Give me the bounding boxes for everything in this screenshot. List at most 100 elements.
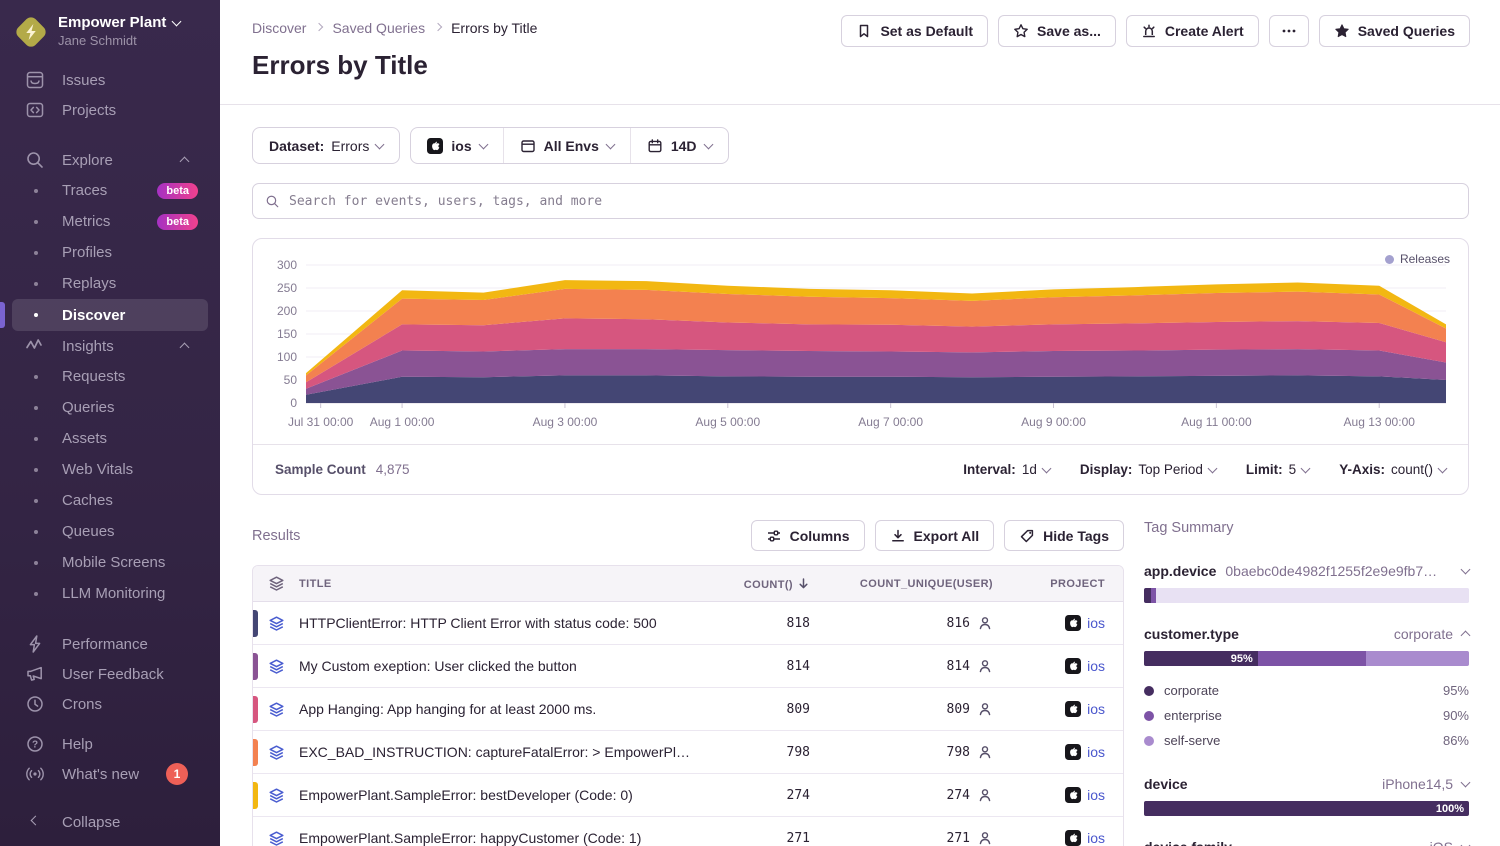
search-input[interactable] [289, 194, 1456, 209]
svg-text:Aug 9 00:00: Aug 9 00:00 [1021, 415, 1086, 429]
layers-icon[interactable] [268, 787, 285, 804]
tag-legend-item[interactable]: self-serve 86% [1144, 728, 1469, 753]
date-range-filter[interactable]: 14D [630, 128, 728, 163]
tag-legend-item[interactable]: corporate 95% [1144, 678, 1469, 703]
sidebar-item-user-feedback[interactable]: User Feedback [0, 659, 220, 689]
sidebar-item-help[interactable]: Help [0, 729, 220, 759]
chart-legend[interactable]: Releases [1385, 252, 1450, 266]
org-switcher[interactable]: Empower Plant Jane Schmidt [0, 0, 220, 49]
tag-distribution-bar[interactable]: 100% [1144, 801, 1469, 816]
sidebar-item-queries[interactable]: Queries [12, 392, 208, 423]
sidebar-item-discover[interactable]: Discover [12, 299, 208, 331]
sidebar-section-insights[interactable]: Insights [0, 331, 220, 361]
tag-section-device-family: device.family iOS 100% [1144, 839, 1469, 846]
table-row[interactable]: App Hanging: App hanging for at least 20… [253, 688, 1123, 731]
tag-legend-item[interactable]: enterprise 90% [1144, 703, 1469, 728]
dataset-selector[interactable]: Dataset: Errors [252, 127, 400, 164]
tag-toggle[interactable]: customer.type corporate [1144, 626, 1469, 642]
column-header-count[interactable]: COUNT() [710, 577, 820, 591]
sidebar-item-projects[interactable]: Projects [0, 95, 220, 125]
bullet-icon [34, 189, 38, 193]
set-as-default-button[interactable]: Set as Default [841, 15, 988, 47]
chevron-down-icon [1438, 463, 1448, 473]
tag-distribution-bar[interactable]: 95% [1144, 651, 1469, 666]
y-axis-selector[interactable]: Y-Axis: count() [1339, 462, 1446, 477]
tag-section-device: device iPhone14,5 100% [1144, 776, 1469, 816]
apple-icon [1065, 787, 1081, 803]
sidebar-item-assets[interactable]: Assets [12, 423, 208, 454]
tag-icon [1019, 528, 1035, 544]
sidebar-item-web-vitals[interactable]: Web Vitals [12, 454, 208, 485]
sidebar-collapse-button[interactable]: Collapse [0, 807, 220, 837]
sidebar-item-replays[interactable]: Replays [12, 268, 208, 299]
display-selector[interactable]: Display: Top Period [1080, 462, 1216, 477]
tag-toggle[interactable]: device iPhone14,5 [1144, 776, 1469, 792]
sidebar-item-issues[interactable]: Issues [0, 65, 220, 95]
project-link[interactable]: ios [1087, 787, 1105, 803]
columns-button[interactable]: Columns [751, 520, 865, 551]
tag-distribution-bar[interactable] [1144, 588, 1469, 603]
limit-selector[interactable]: Limit: 5 [1246, 462, 1309, 477]
sidebar-item-requests[interactable]: Requests [12, 361, 208, 392]
stacked-area-chart[interactable]: 050100150200250300Jul 31 00:00Aug 1 00:0… [253, 239, 1468, 439]
table-row[interactable]: EmpowerPlant.SampleError: happyCustomer … [253, 817, 1123, 846]
bullet-icon [34, 220, 38, 224]
layers-icon[interactable] [268, 615, 285, 632]
project-link[interactable]: ios [1087, 830, 1105, 846]
sidebar-item-llm-monitoring[interactable]: LLM Monitoring [12, 578, 208, 609]
tag-toggle[interactable]: device.family iOS [1144, 839, 1469, 846]
sidebar-item-metrics[interactable]: Metrics beta [12, 206, 208, 237]
error-title[interactable]: EmpowerPlant.SampleError: happyCustomer … [299, 830, 710, 846]
create-alert-button[interactable]: Create Alert [1126, 15, 1259, 47]
person-icon [977, 830, 993, 846]
column-header-project[interactable]: PROJECT [1005, 578, 1123, 590]
svg-text:Jul 31 00:00: Jul 31 00:00 [288, 415, 354, 429]
bullet-icon [34, 406, 38, 410]
table-row[interactable]: EmpowerPlant.SampleError: bestDeveloper … [253, 774, 1123, 817]
environment-filter[interactable]: All Envs [503, 128, 630, 163]
tag-toggle[interactable]: app.device 0baebc0de4982f1255f2e9e9fb7… [1144, 563, 1469, 579]
chevron-right-icon [315, 22, 323, 30]
sidebar-item-caches[interactable]: Caches [12, 485, 208, 516]
column-header-count-unique[interactable]: COUNT_UNIQUE(USER) [820, 578, 1005, 590]
sidebar-item-crons[interactable]: Crons [0, 689, 220, 719]
hide-tags-button[interactable]: Hide Tags [1004, 520, 1124, 551]
table-row[interactable]: My Custom exeption: User clicked the but… [253, 645, 1123, 688]
sidebar-item-label: What's new [62, 766, 139, 783]
table-row[interactable]: HTTPClientError: HTTP Client Error with … [253, 602, 1123, 645]
layers-icon[interactable] [268, 744, 285, 761]
sidebar-item-whats-new[interactable]: What's new 1 [0, 759, 220, 789]
saved-queries-button[interactable]: Saved Queries [1319, 15, 1470, 47]
sidebar-item-queues[interactable]: Queues [12, 516, 208, 547]
sidebar-item-traces[interactable]: Traces beta [12, 175, 208, 206]
sidebar-item-mobile-screens[interactable]: Mobile Screens [12, 547, 208, 578]
export-all-button[interactable]: Export All [875, 520, 995, 551]
layers-icon[interactable] [268, 658, 285, 675]
layers-icon[interactable] [268, 701, 285, 718]
project-link[interactable]: ios [1087, 701, 1105, 717]
project-link[interactable]: ios [1087, 744, 1105, 760]
table-row[interactable]: EXC_BAD_INSTRUCTION: captureFatalError: … [253, 731, 1123, 774]
interval-selector[interactable]: Interval: 1d [963, 462, 1050, 477]
sidebar-item-label: Caches [62, 492, 113, 509]
project-filter[interactable]: ios [411, 128, 502, 163]
column-header-title[interactable]: TITLE [299, 578, 710, 590]
users-value: 798 [947, 745, 970, 760]
project-link[interactable]: ios [1087, 615, 1105, 631]
error-title[interactable]: App Hanging: App hanging for at least 20… [299, 701, 710, 717]
sample-count: Sample Count 4,875 [275, 462, 410, 477]
layers-icon[interactable] [268, 830, 285, 846]
breadcrumb-saved-queries[interactable]: Saved Queries [332, 20, 425, 36]
sidebar-section-explore[interactable]: Explore [0, 145, 220, 175]
save-as-button[interactable]: Save as... [998, 15, 1116, 47]
error-title[interactable]: My Custom exeption: User clicked the but… [299, 658, 710, 674]
sidebar-item-profiles[interactable]: Profiles [12, 237, 208, 268]
error-title[interactable]: EmpowerPlant.SampleError: bestDeveloper … [299, 787, 710, 803]
megaphone-icon [25, 664, 45, 684]
breadcrumb-discover[interactable]: Discover [252, 20, 306, 36]
more-options-button[interactable] [1269, 15, 1309, 47]
error-title[interactable]: HTTPClientError: HTTP Client Error with … [299, 615, 710, 631]
project-link[interactable]: ios [1087, 658, 1105, 674]
error-title[interactable]: EXC_BAD_INSTRUCTION: captureFatalError: … [299, 744, 710, 760]
sidebar-item-performance[interactable]: Performance [0, 629, 220, 659]
